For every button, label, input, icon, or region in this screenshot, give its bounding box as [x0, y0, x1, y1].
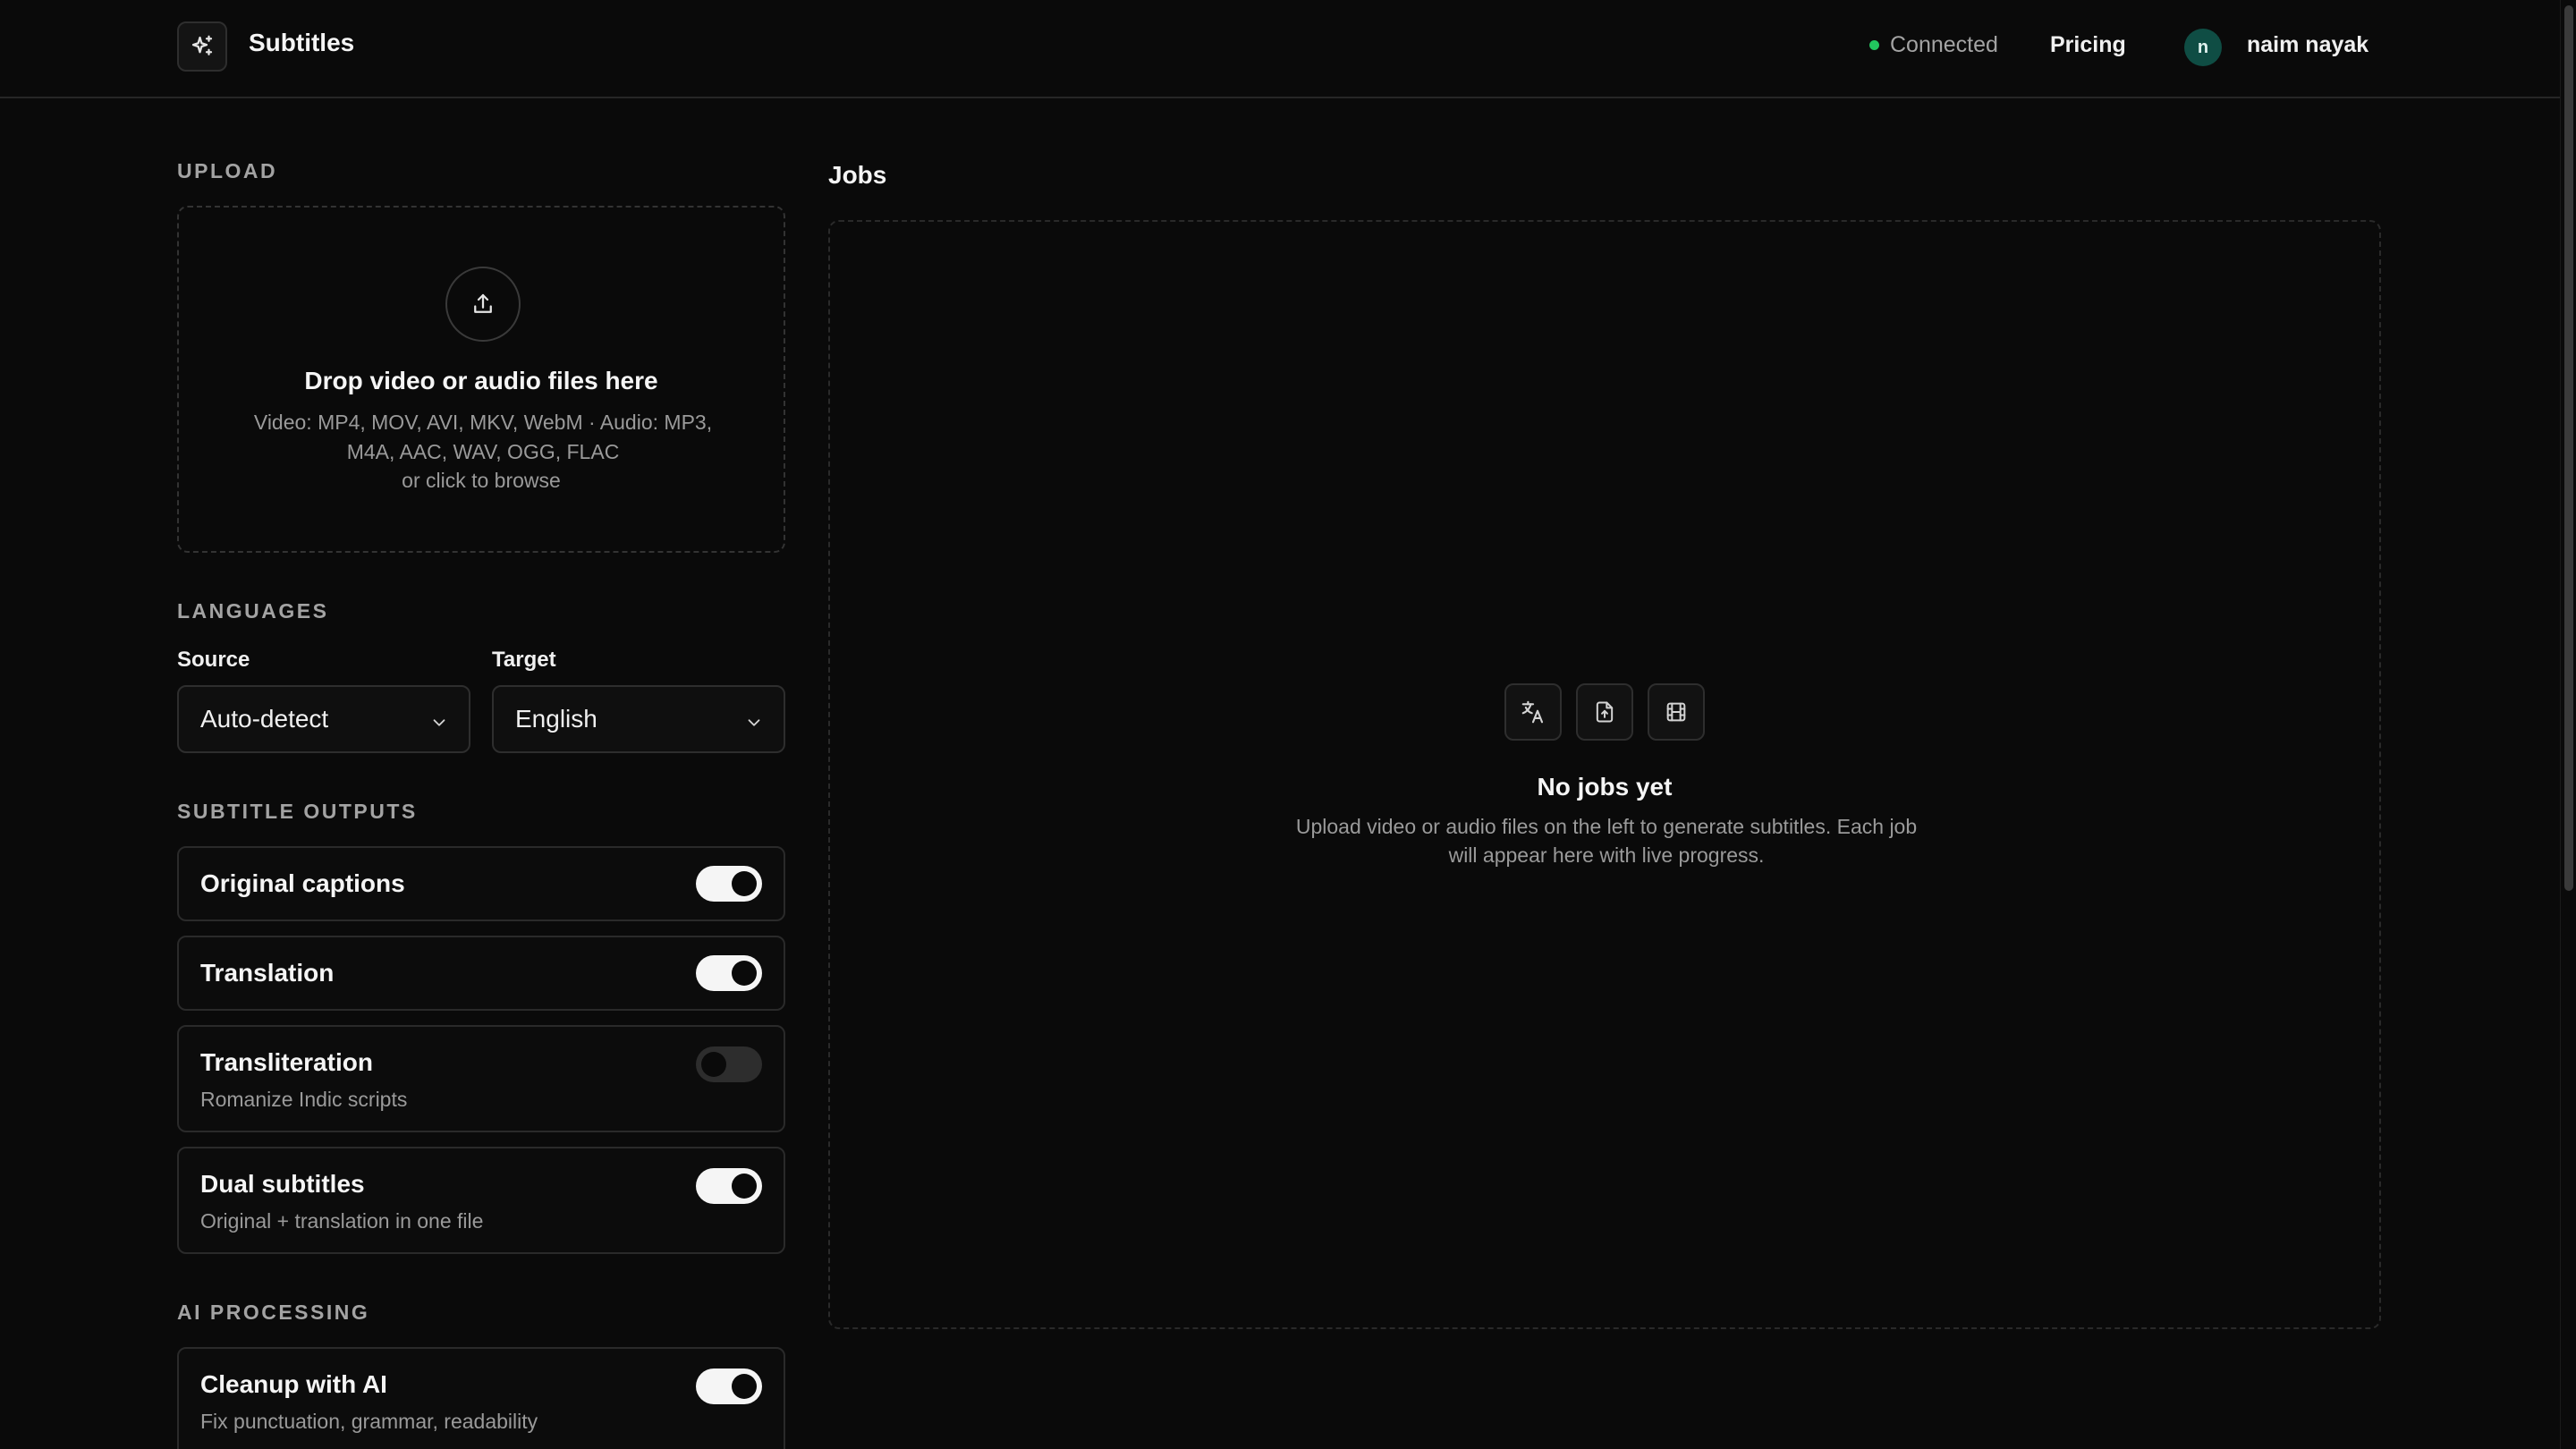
- avatar[interactable]: n: [2184, 29, 2222, 66]
- option-title: Original captions: [200, 869, 405, 897]
- toggle-dual-subtitles[interactable]: [696, 1168, 762, 1204]
- chevron-down-icon: [429, 710, 449, 739]
- target-label: Target: [492, 648, 556, 672]
- translate-icon: [1504, 683, 1562, 741]
- option-title: Translation: [200, 959, 335, 987]
- ai-processing-section-label: AI PROCESSING: [177, 1301, 370, 1324]
- film-icon: [1648, 683, 1705, 741]
- option-title: Transliteration: [200, 1048, 373, 1076]
- user-name[interactable]: naim nayak: [2247, 32, 2368, 58]
- toggle-cleanup-with-ai[interactable]: [696, 1368, 762, 1404]
- app-page: Subtitles Connected Pricing n naim nayak…: [0, 0, 2576, 1449]
- upload-dropzone[interactable]: Drop video or audio files here Video: MP…: [177, 206, 785, 553]
- upload-section-label: UPLOAD: [177, 159, 278, 182]
- option-original-captions: Original captions: [177, 846, 785, 921]
- option-description: Original + translation in one file: [200, 1209, 484, 1233]
- dropzone-title: Drop video or audio files here: [304, 367, 658, 394]
- status-dot-icon: [1869, 40, 1879, 50]
- jobs-panel: No jobs yet Upload video or audio files …: [828, 220, 2381, 1329]
- toggle-translation[interactable]: [696, 955, 762, 991]
- toggle-original-captions[interactable]: [696, 866, 762, 902]
- option-description: Romanize Indic scripts: [200, 1088, 408, 1111]
- pricing-link[interactable]: Pricing: [2050, 32, 2126, 58]
- option-translation: Translation: [177, 936, 785, 1011]
- empty-state-title: No jobs yet: [1537, 773, 1673, 801]
- option-cleanup-with-ai: Cleanup with AI Fix punctuation, grammar…: [177, 1347, 785, 1449]
- option-description: Fix punctuation, grammar, readability: [200, 1410, 538, 1433]
- sparkles-icon[interactable]: [177, 21, 227, 72]
- chevron-down-icon: [744, 710, 764, 739]
- toggle-transliteration[interactable]: [696, 1046, 762, 1082]
- connection-status: Connected: [1869, 32, 1998, 58]
- subtitle-outputs-section-label: SUBTITLE OUTPUTS: [177, 800, 418, 823]
- file-icon: [1576, 683, 1633, 741]
- option-title: Dual subtitles: [200, 1170, 365, 1198]
- empty-state-description: Upload video or audio files on the left …: [1295, 815, 1918, 867]
- target-language-select[interactable]: English: [492, 685, 785, 753]
- dropzone-browse-hint: or click to browse: [402, 469, 561, 492]
- option-transliteration: Transliteration Romanize Indic scripts: [177, 1025, 785, 1132]
- jobs-title: Jobs: [828, 161, 887, 189]
- status-text: Connected: [1890, 32, 1998, 57]
- top-header: Subtitles Connected Pricing n naim nayak: [0, 0, 2560, 98]
- option-dual-subtitles: Dual subtitles Original + translation in…: [177, 1147, 785, 1254]
- scrollbar[interactable]: [2560, 0, 2576, 1449]
- dropzone-formats: Video: MP4, MOV, AVI, MKV, WebM · Audio:…: [253, 411, 713, 463]
- option-title: Cleanup with AI: [200, 1370, 387, 1398]
- target-language-value: English: [515, 705, 597, 733]
- scrollbar-thumb[interactable]: [2564, 5, 2573, 891]
- app-title: Subtitles: [249, 29, 355, 56]
- languages-section-label: LANGUAGES: [177, 599, 329, 623]
- source-language-select[interactable]: Auto-detect: [177, 685, 470, 753]
- source-language-value: Auto-detect: [200, 705, 329, 733]
- source-label: Source: [177, 648, 250, 672]
- upload-icon: [445, 267, 521, 342]
